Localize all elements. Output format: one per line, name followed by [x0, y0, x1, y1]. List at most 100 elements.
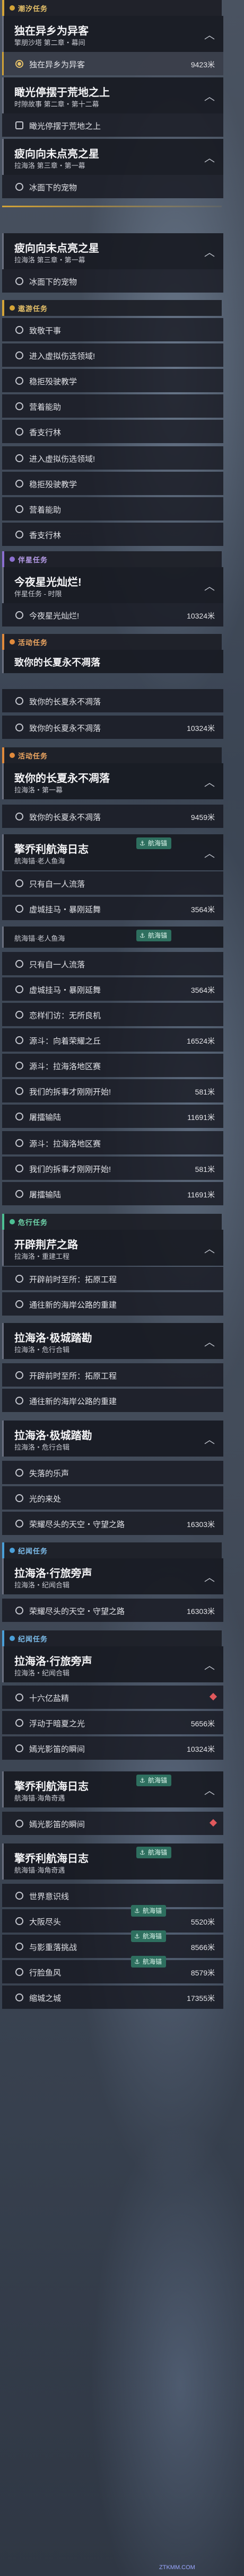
radio-icon: [15, 1719, 23, 1727]
radio-icon: [15, 1943, 23, 1951]
chronicle-icon: [10, 1548, 15, 1553]
quest-step[interactable]: 稳拒殁驶教学: [2, 369, 223, 392]
radio-icon: [15, 1036, 23, 1044]
quest-step[interactable]: 源斗：拉海洛地区赛: [2, 1131, 223, 1154]
progress-divider: [2, 206, 222, 207]
quest-step[interactable]: 只有自一人流落: [2, 952, 223, 975]
radio-icon: [15, 505, 23, 513]
quest-step[interactable]: 致你的长夏永不凋落 9459米: [2, 805, 223, 828]
quest-step[interactable]: 营着能助: [2, 497, 223, 521]
quest-step[interactable]: 今夜星光灿烂! 10324米: [2, 603, 223, 627]
quest-step[interactable]: 屠擂输陆 11691米: [2, 1105, 223, 1128]
radio-icon: [15, 1165, 23, 1172]
quest-card[interactable]: 致你的长夏永不凋落: [2, 650, 223, 673]
chevron-up-icon[interactable]: ︿: [204, 149, 215, 165]
quest-step[interactable]: 致敬干事: [2, 318, 223, 341]
quest-step[interactable]: 通往新的海岸公路的重建: [2, 1292, 223, 1316]
marker-diamond-icon: [209, 1692, 217, 1701]
quest-card[interactable]: 疲向向未点亮之星 拉海洛 第三章・第一幕 ︿: [2, 139, 223, 175]
quest-step[interactable]: 源斗：向着荣耀之丘 16524米: [2, 1028, 223, 1052]
chevron-up-icon[interactable]: ︿: [204, 774, 215, 789]
chevron-up-icon[interactable]: ︿: [204, 27, 215, 42]
quest-step[interactable]: 屠擂输陆 11691米: [2, 1182, 223, 1205]
quest-step[interactable]: 我们的拆事才刚刚开始! 581米: [2, 1079, 223, 1102]
quest-step[interactable]: 失落的乐声: [2, 1461, 223, 1484]
quest-card[interactable]: 今夜星光灿烂! 伴星任务 - 时限 ︿: [2, 567, 223, 603]
quest-card[interactable]: 开辟荆芹之路 拉海洛・重建工程 ︿: [2, 1230, 223, 1266]
radio-icon: [15, 1300, 23, 1308]
chevron-up-icon[interactable]: ︿: [204, 1431, 215, 1446]
quest-step[interactable]: 冰面下的宠物: [2, 269, 223, 293]
quest-step[interactable]: 虚城挂马・暴刚延舞 3564米: [2, 897, 223, 920]
quest-step[interactable]: 开辟前时至所：拓原工程: [2, 1267, 223, 1290]
quest-step[interactable]: 通往新的海岸公路的重建: [2, 1389, 223, 1412]
anchor-tag: 航海锚: [131, 1956, 167, 1968]
chevron-up-icon[interactable]: ︿: [204, 1240, 215, 1256]
chevron-up-icon[interactable]: ︿: [204, 845, 215, 860]
quest-step[interactable]: 致你的长夏永不凋落: [2, 689, 223, 712]
quest-card[interactable]: 航海锚·老人鱼海航海锚: [2, 927, 223, 948]
quest-step[interactable]: 缩城之城 17355米: [2, 1986, 223, 2009]
section-header-event[interactable]: 活动任务: [2, 634, 222, 650]
quest-step[interactable]: 我们的拆事才刚刚开始! 581米: [2, 1157, 223, 1180]
quest-step[interactable]: 源斗：拉海洛地区赛: [2, 1054, 223, 1077]
quest-step[interactable]: 开辟前时至所：拓原工程: [2, 1363, 223, 1387]
quest-step[interactable]: 光的来处: [2, 1486, 223, 1510]
chevron-up-icon[interactable]: ︿: [204, 1569, 215, 1584]
quest-step[interactable]: 瞰光停摆于荒地之上: [2, 113, 223, 137]
quest-step[interactable]: 行脸鱼风8579米航海锚: [2, 1956, 223, 1983]
quest-step[interactable]: 致你的长夏永不凋落 10324米: [2, 716, 223, 739]
quest-step[interactable]: 冰面下的宠物: [2, 175, 223, 198]
quest-step[interactable]: 稳拒殁驶教学: [2, 472, 223, 495]
chevron-up-icon[interactable]: ︿: [204, 244, 215, 259]
chevron-up-icon[interactable]: ︿: [204, 1657, 215, 1672]
quest-card[interactable]: 拉海洛·极城踏勘 拉海洛・危行合辑 ︿: [2, 1421, 223, 1457]
quest-card[interactable]: 疲向向未点亮之星 拉海洛 第三章・第一幕 ︿: [2, 233, 223, 269]
section-header-chronicle[interactable]: 纪闻任务: [2, 1630, 222, 1646]
quest-step[interactable]: 虚城挂马・暴刚延舞 3564米: [2, 977, 223, 1001]
quest-step[interactable]: 只有自一人流落: [2, 871, 223, 895]
section-header-tidal[interactable]: 潮汐任务: [2, 0, 222, 16]
quest-card[interactable]: 擎乔利航海日志航海锚·海角奇遇航海锚: [2, 1843, 223, 1880]
quest-step[interactable]: 嫣光影笛的瞬间: [2, 1812, 223, 1835]
section-header-chronicle[interactable]: 纪闻任务: [2, 1542, 222, 1558]
anchor-tag: 航海锚: [136, 837, 172, 849]
quest-step[interactable]: 进入虚拟伤选领域!: [2, 446, 223, 470]
section-header-event[interactable]: 活动任务: [2, 747, 222, 763]
quest-step[interactable]: 荣耀尽头的天空・守望之路 16303米: [2, 1512, 223, 1535]
quest-card[interactable]: 拉海洛·行旅旁声 拉海洛・纪闻合辑 ︿: [2, 1646, 223, 1682]
quest-card[interactable]: 擎乔利航海日志航海锚·老人鱼海航海锚︿: [2, 834, 223, 870]
quest-step[interactable]: 营着能助: [2, 394, 223, 418]
quest-card[interactable]: 擎乔利航海日志航海锚·海角奇遇航海锚︿: [2, 1771, 223, 1807]
quest-card[interactable]: 独在异乡为异客 擎朋沙塔 第二章・幕间 ︿: [2, 16, 223, 52]
chevron-up-icon[interactable]: ︿: [204, 1782, 215, 1797]
radio-icon: [15, 1892, 23, 1900]
radio-icon: [15, 1993, 23, 2001]
chevron-up-icon[interactable]: ︿: [204, 578, 215, 593]
section-header-companion[interactable]: 伴星任务: [2, 551, 222, 567]
quest-step[interactable]: 香支行林: [2, 420, 223, 443]
radio-icon: [15, 277, 23, 285]
radio-icon: [15, 1371, 23, 1379]
quest-step[interactable]: 进入虚拟伤选领域!: [2, 343, 223, 367]
event-icon: [10, 639, 15, 645]
section-header-danger[interactable]: 危行任务: [2, 1214, 222, 1230]
quest-card[interactable]: 致你的长夏永不凋落 拉海洛・第一幕 ︿: [2, 763, 223, 799]
section-header-roam[interactable]: 遨游任务: [2, 300, 222, 316]
chevron-up-icon[interactable]: ︿: [204, 88, 215, 103]
quest-step[interactable]: 嫣光影笛的瞬间 10324米: [2, 1736, 223, 1760]
quest-card[interactable]: 拉海洛·行旅旁声 拉海洛・纪闻合辑 ︿: [2, 1558, 223, 1594]
quest-card[interactable]: 拉海洛·极城踏勘 拉海洛・危行合辑 ︿: [2, 1323, 223, 1359]
quest-step[interactable]: 与影重落挑战8566米航海锚: [2, 1930, 223, 1958]
quest-step[interactable]: 荣耀尽头的天空・守望之路 16303米: [2, 1599, 223, 1622]
quest-step[interactable]: 香支行林: [2, 523, 223, 546]
quest-step[interactable]: 恋样们访：无所良机: [2, 1003, 223, 1026]
quest-step[interactable]: 世界意识线: [2, 1884, 223, 1907]
quest-step[interactable]: 大阪尽头5520米航海锚: [2, 1905, 223, 1933]
quest-step[interactable]: 十六亿盐精: [2, 1686, 223, 1709]
quest-card[interactable]: 瞰光停摆于荒地之上 时隙故事 第二章・第十二幕 ︿: [2, 77, 223, 113]
chevron-up-icon[interactable]: ︿: [204, 1334, 215, 1349]
quest-step-selected[interactable]: 独在异乡为异客 9423米: [2, 52, 223, 75]
quest-step[interactable]: 浮动于暗夏之光 5656米: [2, 1711, 223, 1734]
radio-icon: [15, 454, 23, 462]
